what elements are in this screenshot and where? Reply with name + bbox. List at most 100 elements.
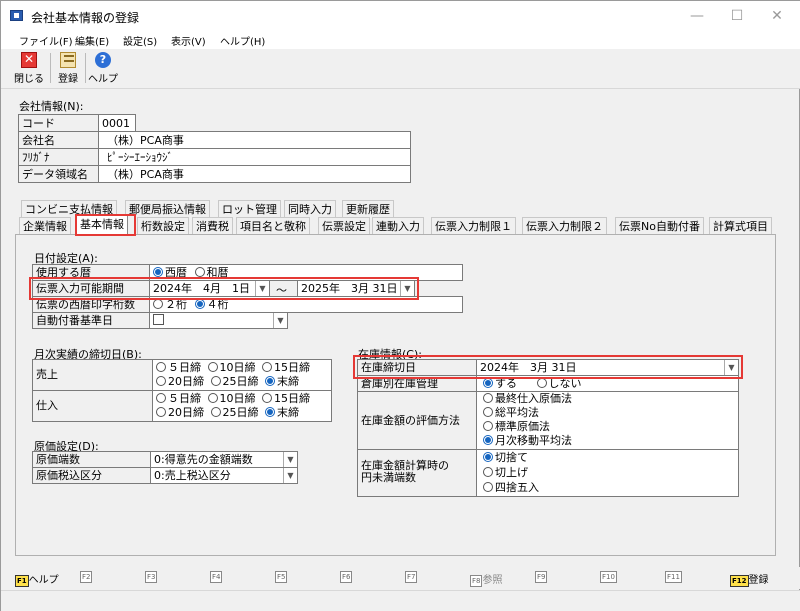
- warehouse-no-label: しない: [548, 377, 582, 390]
- tab-item-names[interactable]: 項目名と敬称: [236, 217, 310, 235]
- register-button-label: 登録: [58, 74, 78, 85]
- sales-10-label: 10日締: [219, 361, 256, 374]
- purchase-10-radio[interactable]: [207, 393, 218, 403]
- tab-company-info[interactable]: 企業情報: [19, 217, 71, 235]
- sales-25-radio[interactable]: [210, 376, 221, 386]
- tab-simultaneous-input[interactable]: 同時入力: [284, 200, 336, 218]
- sales-15-radio[interactable]: [262, 362, 272, 372]
- f7-button[interactable]: F7: [405, 571, 418, 583]
- chevron-down-icon[interactable]: ▼: [283, 452, 297, 467]
- purchase-20-radio[interactable]: [156, 407, 166, 417]
- valuation-standard-radio[interactable]: [483, 421, 493, 431]
- valuation-moving-avg-radio[interactable]: [483, 435, 493, 445]
- tab-update-history[interactable]: 更新履歴: [342, 200, 394, 218]
- menu-view[interactable]: 表示(V): [171, 33, 206, 48]
- company-name-label: 会社名: [18, 131, 99, 149]
- help-button-label: ヘルプ: [88, 74, 118, 85]
- menu-edit[interactable]: 編集(E): [75, 33, 109, 48]
- chevron-down-icon[interactable]: ▼: [283, 468, 297, 483]
- warehouse-label: 倉庫別在庫管理: [357, 375, 477, 392]
- f11-button[interactable]: F11: [665, 571, 682, 583]
- f4-button[interactable]: F4: [210, 571, 223, 583]
- tab-lot-management[interactable]: ロット管理: [218, 200, 281, 218]
- print-2-digit-radio[interactable]: [153, 299, 163, 309]
- chevron-down-icon[interactable]: ▼: [724, 360, 738, 375]
- help-button[interactable]: ? ヘルプ: [85, 51, 121, 87]
- tab-slip-settings[interactable]: 伝票設定: [318, 217, 370, 235]
- sales-end-radio[interactable]: [265, 376, 275, 386]
- code-field[interactable]: 0001: [98, 114, 136, 132]
- maximize-button[interactable]: ☐: [717, 5, 757, 27]
- purchase-15-radio[interactable]: [262, 393, 272, 403]
- tab-linked-input[interactable]: 連動入力: [372, 217, 424, 235]
- valuation-last-cost-radio[interactable]: [483, 393, 493, 403]
- function-key-bar: F1 ヘルプ F2 F3 F4 F5 F6 F7 F8 参照 F9 F10 F11 …: [1, 567, 800, 589]
- warehouse-yes-radio[interactable]: [483, 378, 493, 388]
- rounding-round-radio[interactable]: [483, 482, 493, 492]
- sales-20-radio[interactable]: [156, 376, 166, 386]
- warehouse-no-radio[interactable]: [536, 378, 547, 388]
- sales-5-radio[interactable]: [156, 362, 166, 372]
- print-4-digit-label: ４桁: [206, 298, 229, 311]
- rounding-floor-radio[interactable]: [483, 452, 493, 462]
- valuation-moving-avg-label: 月次移動平均法: [495, 434, 572, 447]
- f2-button[interactable]: F2: [80, 571, 93, 583]
- company-section-label: 会社情報(N):: [19, 100, 84, 113]
- chevron-down-icon[interactable]: ▼: [400, 281, 414, 296]
- cost-tax-label: 原価税込区分: [32, 467, 151, 484]
- sales-10-radio[interactable]: [207, 362, 218, 372]
- tab-formula-items[interactable]: 計算式項目: [709, 217, 772, 235]
- f9-button[interactable]: F9: [535, 571, 548, 583]
- period-to-field[interactable]: 2025年 3月 31日: [297, 280, 415, 297]
- sales-15-label: 15日締: [274, 361, 310, 374]
- minimize-button[interactable]: —: [677, 5, 717, 27]
- data-area-label: データ領域名: [18, 165, 99, 183]
- rounding-label-line2: 円未満端数: [361, 471, 416, 484]
- purchase-15-label: 15日締: [274, 392, 310, 405]
- tab-slip-limit-1[interactable]: 伝票入力制限１: [431, 217, 516, 235]
- f3-button[interactable]: F3: [145, 571, 158, 583]
- menu-help[interactable]: ヘルプ(H): [220, 33, 265, 48]
- tab-basic-info[interactable]: 基本情報: [76, 215, 128, 235]
- calendar-japanese-radio[interactable]: [194, 267, 205, 277]
- register-button[interactable]: 登録: [50, 51, 86, 87]
- menu-file[interactable]: ファイル(F): [19, 33, 73, 48]
- company-name-field[interactable]: （株）PCA商事: [98, 131, 411, 149]
- f6-button[interactable]: F6: [340, 571, 353, 583]
- print-4-digit-radio[interactable]: [194, 299, 205, 309]
- furigana-field[interactable]: ﾋﾟｰｼｰｴｰｼｮｳｼﾞ: [98, 148, 411, 166]
- menu-settings[interactable]: 設定(S): [123, 33, 157, 48]
- status-bar: [1, 590, 800, 611]
- purchase-5-radio[interactable]: [156, 393, 166, 403]
- auto-number-date-field[interactable]: [149, 312, 288, 329]
- tab-slip-autonumber[interactable]: 伝票No自動付番: [615, 217, 704, 235]
- chevron-down-icon[interactable]: ▼: [273, 313, 287, 328]
- f12-register-button[interactable]: F12 登録: [730, 571, 769, 587]
- chevron-down-icon[interactable]: ▼: [255, 281, 269, 296]
- stock-closing-field[interactable]: 2024年 3月 31日: [476, 359, 739, 376]
- data-area-field[interactable]: （株）PCA商事: [98, 165, 411, 183]
- f5-button[interactable]: F5: [275, 571, 288, 583]
- period-label: 伝票入力可能期間: [32, 280, 150, 297]
- tab-postal-transfer[interactable]: 郵便局振込情報: [125, 200, 210, 218]
- f1-help-button[interactable]: F1 ヘルプ: [15, 571, 59, 587]
- tab-slip-limit-2[interactable]: 伝票入力制限２: [522, 217, 607, 235]
- cost-tax-select[interactable]: 0:売上税込区分: [150, 467, 298, 484]
- auto-number-checkbox[interactable]: [153, 314, 164, 325]
- close-button[interactable]: ✕ 閉じる: [11, 51, 47, 87]
- menu-bar: ファイル(F) 編集(E) 設定(S) 表示(V) ヘルプ(H): [1, 31, 800, 49]
- purchase-end-radio[interactable]: [265, 407, 275, 417]
- rounding-ceil-radio[interactable]: [483, 467, 493, 477]
- cost-fraction-select[interactable]: 0:得意先の金額端数: [150, 451, 298, 468]
- close-window-button[interactable]: ✕: [757, 5, 797, 27]
- valuation-average-radio[interactable]: [483, 407, 493, 417]
- calendar-western-radio[interactable]: [153, 267, 163, 277]
- app-icon: [10, 10, 23, 21]
- period-from-field[interactable]: 2024年 4月 1日: [149, 280, 270, 297]
- tab-digits[interactable]: 桁数設定: [137, 217, 189, 235]
- tab-consumption-tax[interactable]: 消費税: [192, 217, 233, 235]
- purchase-25-radio[interactable]: [210, 407, 221, 417]
- f8-reference-button[interactable]: F8 参照: [470, 571, 502, 587]
- f10-button[interactable]: F10: [600, 571, 617, 583]
- sales-20-label: 20日締: [168, 375, 204, 388]
